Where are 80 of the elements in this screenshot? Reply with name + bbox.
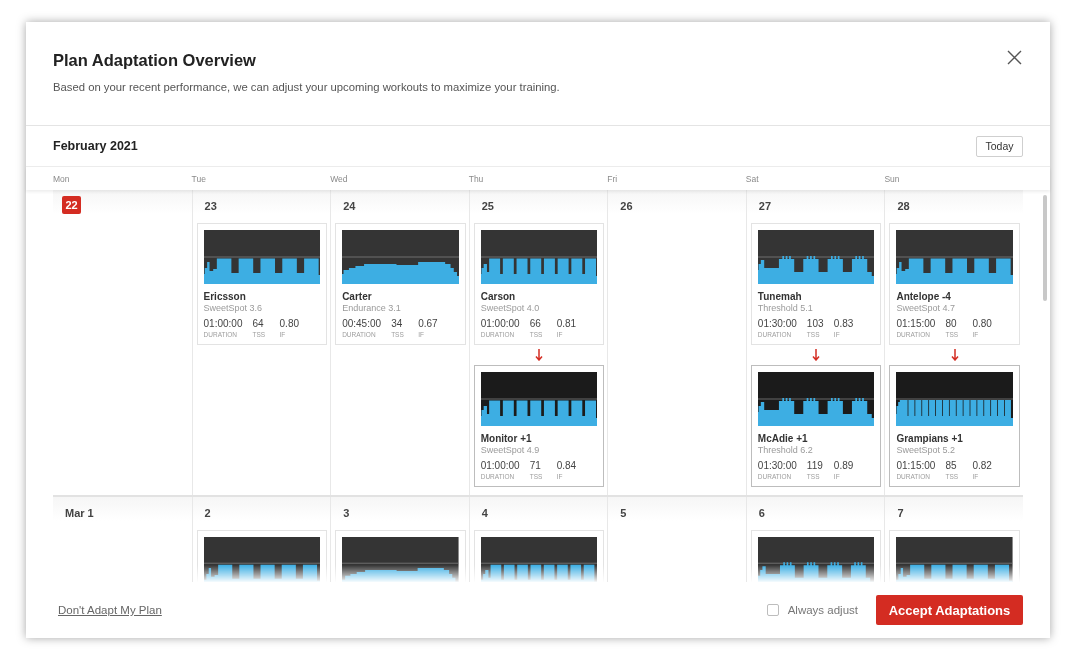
scrollbar-thumb[interactable] (1043, 195, 1047, 301)
workout-type: SweetSpot 4.7 (896, 303, 956, 314)
arrow-down-icon (950, 349, 959, 361)
weekday-label: Thu (468, 173, 484, 184)
weekday-label: Fri (607, 173, 618, 184)
workout-type: SweetSpot 5.2 (896, 445, 956, 456)
workout-type: Endurance 3.1 (342, 303, 402, 314)
checkbox-label[interactable]: Always adjust (787, 604, 858, 616)
workout-type: SweetSpot 3.6 (203, 303, 264, 314)
stat-value: 80 (945, 317, 957, 330)
dialog-title: Plan Adaptation Overview (53, 50, 257, 71)
decline-link[interactable]: Don't Adapt My Plan (58, 604, 162, 616)
workout-name: Tunemah (757, 290, 803, 303)
workout-name: Antelope -4 (896, 290, 952, 303)
day-date: 6 (758, 506, 765, 521)
weekday-label: Sun (884, 173, 900, 184)
stat-value: 01:00:00 (480, 459, 520, 472)
weekday-label: Sat (745, 173, 759, 184)
workout-card[interactable] (335, 530, 466, 582)
weekday-label: Wed (330, 173, 348, 184)
stat-value: 66 (529, 317, 541, 330)
day-date: 2 (204, 506, 211, 521)
workout-name: Monitor +1 (480, 432, 533, 445)
stat-value: 0.67 (418, 317, 438, 330)
arrow-down-icon (812, 349, 821, 361)
day-date: 5 (620, 506, 627, 521)
workout-name: Ericsson (203, 290, 247, 303)
day-date: 25 (481, 199, 494, 214)
day-date: 4 (481, 506, 488, 521)
workout-card[interactable] (196, 530, 328, 582)
workout-type: SweetSpot 4.0 (480, 303, 541, 314)
stat-value: 34 (391, 317, 403, 330)
day-date: 27 (758, 199, 772, 214)
stat-value: 0.83 (833, 317, 854, 330)
accept-button[interactable]: Accept Adaptations (876, 595, 1023, 625)
stat-value: 01:30:00 (757, 459, 797, 472)
month-label: February 2021 (53, 139, 138, 153)
workout-type: SweetSpot 4.9 (480, 445, 541, 456)
stat-value: 0.81 (556, 317, 577, 330)
checkbox[interactable] (766, 604, 779, 616)
day-date: 3 (343, 506, 350, 521)
stat-value: 0.80 (972, 317, 992, 330)
stat-value: 01:00:00 (203, 317, 243, 330)
workout-card[interactable] (750, 530, 882, 582)
day-date: 23 (204, 199, 217, 214)
workout-name: Grampians +1 (896, 432, 964, 445)
workout-type: Threshold 6.2 (757, 445, 814, 456)
stat-value: 01:30:00 (757, 317, 797, 330)
stat-value: 0.80 (279, 317, 300, 330)
weekday-label: Tue (191, 173, 206, 184)
arrow-down-icon (535, 349, 543, 361)
workout-name: Carter (342, 290, 373, 303)
stat-value: 0.89 (833, 459, 854, 472)
stat-value: 0.82 (972, 459, 992, 472)
close-icon (1007, 50, 1022, 65)
workout-card[interactable] (473, 530, 605, 582)
workout-card[interactable] (889, 530, 1020, 582)
stat-value: 01:00:00 (480, 317, 520, 330)
today-date-badge: 22 (62, 196, 81, 214)
stat-value: 71 (529, 459, 541, 472)
stat-value: 103 (806, 317, 824, 330)
stat-value: 01:15:00 (896, 459, 936, 472)
day-date: 24 (343, 199, 356, 214)
day-date: 7 (897, 506, 904, 521)
today-button[interactable]: Today (976, 135, 1023, 157)
stat-value: 0.84 (556, 459, 577, 472)
workout-name: Carson (480, 290, 517, 303)
close-button[interactable] (1007, 50, 1022, 65)
day-date: 26 (620, 199, 633, 214)
day-date: Mar 1 (65, 506, 94, 521)
weekday-label: Mon (53, 173, 70, 184)
stat-value: 85 (945, 459, 957, 472)
workout-type: Threshold 5.1 (757, 303, 814, 314)
dialog-subtitle: Based on your recent performance, we can adjust your upcoming workouts to maximize your training. (53, 80, 560, 95)
stat-value: 01:15:00 (896, 317, 936, 330)
workout-name: McAdie +1 (757, 432, 809, 445)
stat-value: 119 (806, 459, 823, 472)
day-date: 28 (897, 199, 910, 214)
stat-value: 00:45:00 (342, 317, 382, 330)
stat-value: 64 (252, 317, 264, 330)
